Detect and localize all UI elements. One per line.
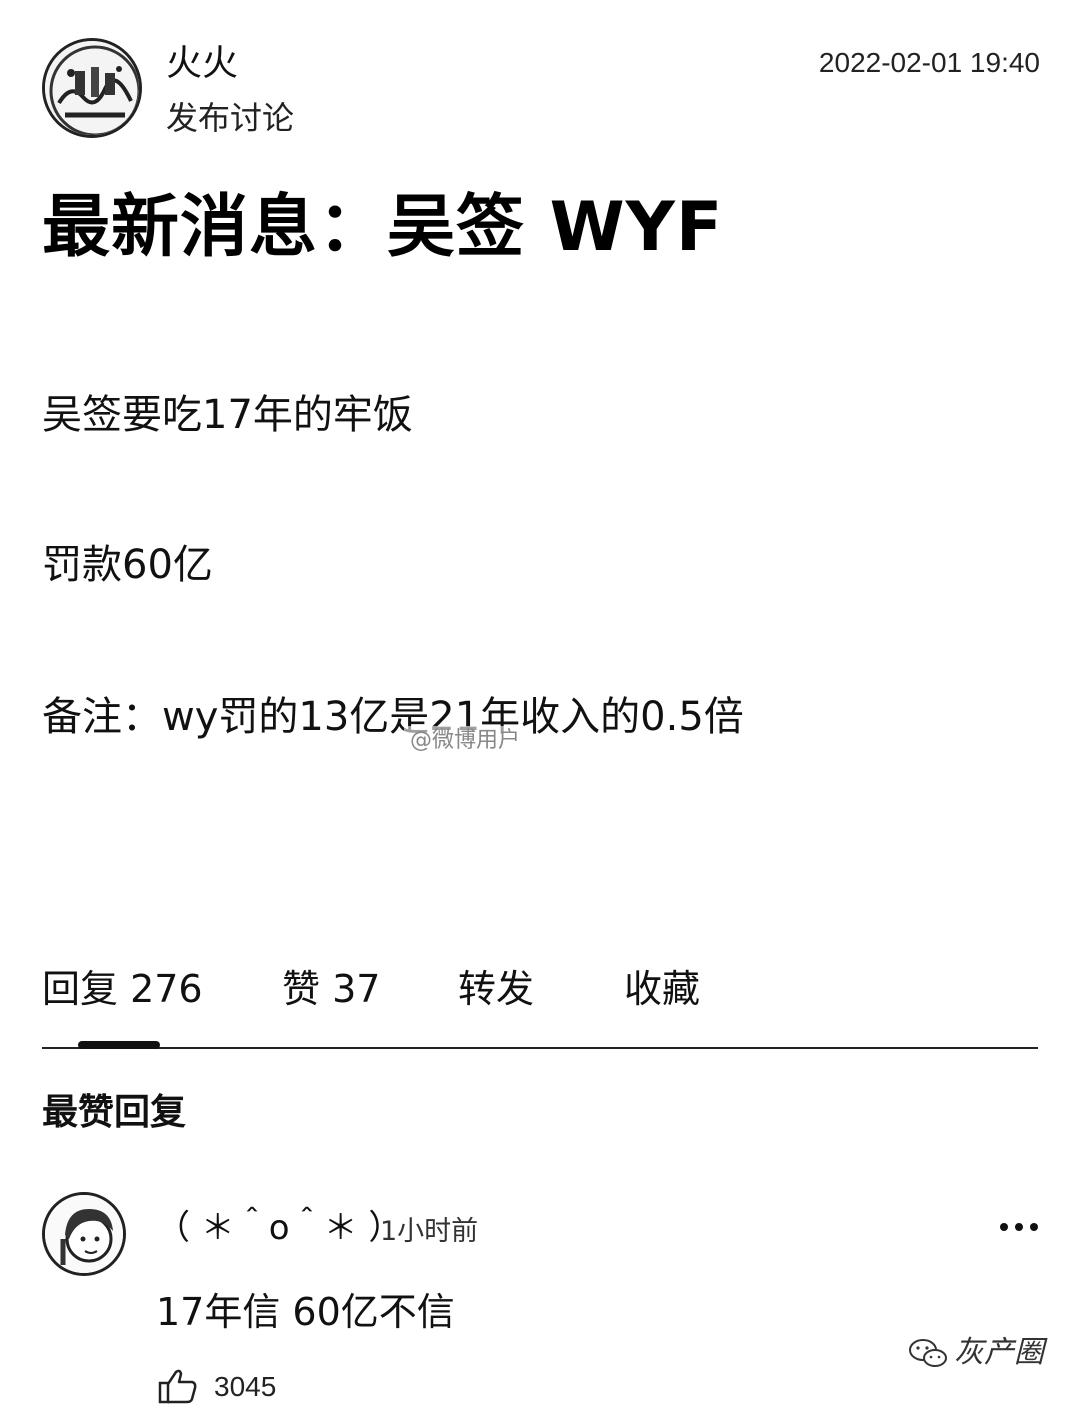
avatar-image bbox=[45, 1195, 123, 1273]
tab-forward[interactable]: 转发 bbox=[458, 964, 534, 1014]
comment-author[interactable]: （ ＊＾o＾＊ ） bbox=[156, 1206, 402, 1250]
tab-divider bbox=[42, 1047, 1038, 1049]
author-avatar[interactable] bbox=[42, 38, 142, 138]
post-paragraph: 备注：wy罚的13亿是21年收入的0.5倍 bbox=[42, 694, 744, 740]
avatar-image bbox=[45, 41, 139, 135]
image-watermark: @微博用户 bbox=[404, 726, 527, 756]
post-title: 最新消息：吴签 WYF bbox=[42, 188, 724, 267]
comment-text: 17年信 60亿不信 bbox=[156, 1290, 455, 1334]
tab-likes[interactable]: 赞 37 bbox=[282, 964, 380, 1014]
brand-name: 灰产圈 bbox=[954, 1335, 1044, 1370]
brand-watermark: 灰产圈 bbox=[908, 1334, 1044, 1372]
author-action-label: 发布讨论 bbox=[166, 99, 295, 137]
post-timestamp: 2022-02-01 19:40 bbox=[818, 47, 1040, 78]
post-paragraph: 吴签要吃17年的牢饭 bbox=[42, 392, 413, 438]
section-title: 最赞回复 bbox=[42, 1092, 187, 1133]
thumbs-up-icon[interactable] bbox=[158, 1368, 198, 1404]
more-dots-icon[interactable] bbox=[1000, 1220, 1038, 1234]
comment-avatar[interactable] bbox=[42, 1192, 126, 1276]
tab-favorite[interactable]: 收藏 bbox=[624, 964, 700, 1014]
comment-time: 1小时前 bbox=[380, 1216, 479, 1247]
active-tab-indicator bbox=[78, 1041, 160, 1049]
post-paragraph: 罚款60亿 bbox=[42, 542, 213, 588]
like-count: 3045 bbox=[214, 1371, 277, 1402]
tab-replies[interactable]: 回复 276 bbox=[42, 964, 203, 1014]
author-name[interactable]: 火火 bbox=[166, 42, 238, 86]
wechat-icon bbox=[909, 1339, 947, 1367]
